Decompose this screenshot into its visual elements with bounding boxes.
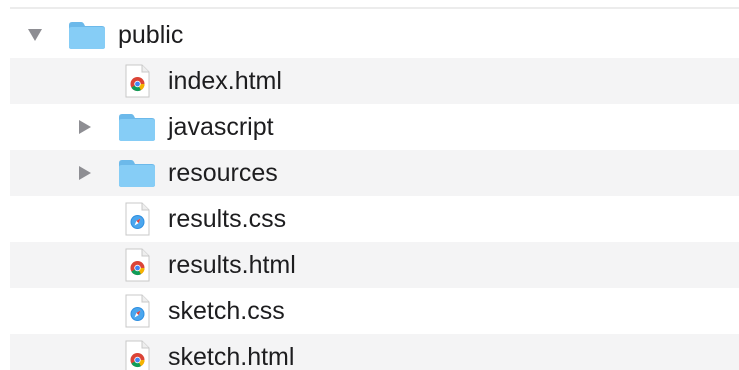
- folder-icon: [118, 104, 156, 150]
- tree-row-public[interactable]: public: [0, 12, 739, 58]
- chrome-html-icon: [124, 58, 150, 104]
- tree-row-sketch-css[interactable]: sketch.css: [0, 288, 739, 334]
- tree-row-sketch-html[interactable]: sketch.html: [0, 334, 739, 370]
- tree-row-label: sketch.html: [168, 343, 295, 370]
- folder-icon: [68, 12, 106, 58]
- tree-row-label: javascript: [168, 113, 274, 141]
- disclosure-expanded-icon[interactable]: [24, 12, 46, 58]
- tree-row-label: public: [118, 21, 184, 49]
- tree-row-javascript[interactable]: javascript: [0, 104, 739, 150]
- finder-list-view: public index.html javascript resources r…: [0, 0, 739, 370]
- safari-css-icon: [124, 288, 150, 334]
- disclosure-collapsed-icon[interactable]: [74, 150, 96, 196]
- header-divider: [10, 7, 739, 9]
- tree-row-index-html[interactable]: index.html: [0, 58, 739, 104]
- tree-row-label: index.html: [168, 67, 282, 95]
- chrome-html-icon: [124, 242, 150, 288]
- tree-row-resources[interactable]: resources: [0, 150, 739, 196]
- tree-row-label: results.css: [168, 205, 287, 233]
- tree-row-results-html[interactable]: results.html: [0, 242, 739, 288]
- tree-row-label: sketch.css: [168, 297, 285, 325]
- chrome-html-icon: [124, 334, 150, 370]
- file-tree: public index.html javascript resources r…: [0, 12, 739, 370]
- tree-row-results-css[interactable]: results.css: [0, 196, 739, 242]
- folder-icon: [118, 150, 156, 196]
- disclosure-collapsed-icon[interactable]: [74, 104, 96, 150]
- tree-row-label: results.html: [168, 251, 296, 279]
- safari-css-icon: [124, 196, 150, 242]
- tree-row-label: resources: [168, 159, 278, 187]
